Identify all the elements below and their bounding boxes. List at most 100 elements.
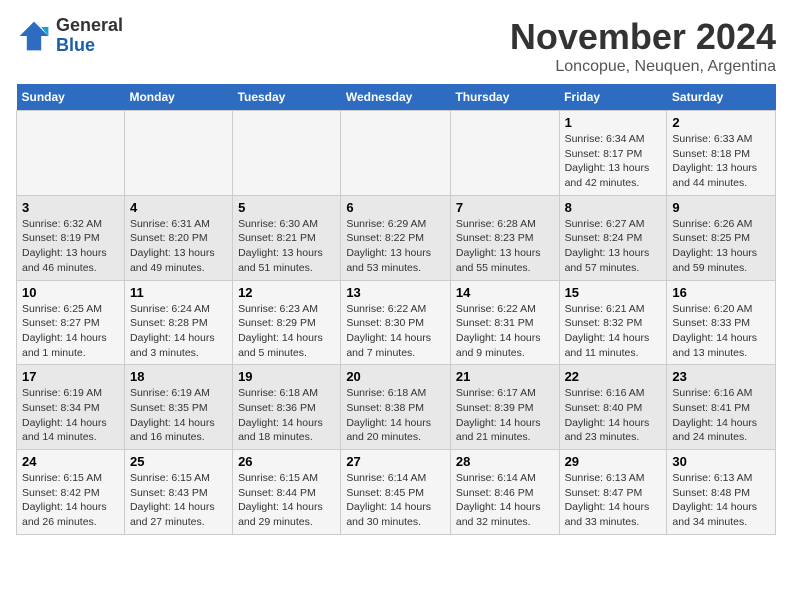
logo: General Blue xyxy=(16,16,123,56)
calendar-cell: 8 Sunrise: 6:27 AM Sunset: 8:24 PM Daylig… xyxy=(559,195,667,280)
day-detail: Sunrise: 6:15 AM Sunset: 8:44 PM Dayligh… xyxy=(238,472,323,528)
logo-icon xyxy=(16,18,52,54)
day-number: 29 xyxy=(565,454,662,469)
day-number: 25 xyxy=(130,454,227,469)
calendar-cell: 30Sunrise: 6:13 AM Sunset: 8:48 PM Dayli… xyxy=(667,450,776,535)
day-detail: Sunrise: 6:34 AM Sunset: 8:17 PM Dayligh… xyxy=(565,133,650,189)
day-number: 15 xyxy=(565,285,662,300)
weekday-header-wednesday: Wednesday xyxy=(341,84,451,111)
calendar-cell: 17 Sunrise: 6:19 AM Sunset: 8:34 PM Dayli… xyxy=(17,365,125,450)
calendar-week-5: 24Sunrise: 6:15 AM Sunset: 8:42 PM Dayli… xyxy=(17,450,776,535)
calendar-cell: 3 Sunrise: 6:32 AM Sunset: 8:19 PM Daylig… xyxy=(17,195,125,280)
day-detail: Sunrise: 6:28 AM Sunset: 8:23 PM Dayligh… xyxy=(456,218,541,274)
day-detail: Sunrise: 6:16 AM Sunset: 8:41 PM Dayligh… xyxy=(672,387,757,443)
day-number: 17 xyxy=(22,369,119,384)
calendar-cell: 27Sunrise: 6:14 AM Sunset: 8:45 PM Dayli… xyxy=(341,450,451,535)
calendar-cell: 20Sunrise: 6:18 AM Sunset: 8:38 PM Dayli… xyxy=(341,365,451,450)
day-number: 6 xyxy=(346,200,445,215)
day-detail: Sunrise: 6:24 AM Sunset: 8:28 PM Dayligh… xyxy=(130,303,215,359)
weekday-header-monday: Monday xyxy=(124,84,232,111)
calendar-cell: 12Sunrise: 6:23 AM Sunset: 8:29 PM Dayli… xyxy=(233,280,341,365)
weekday-header-sunday: Sunday xyxy=(17,84,125,111)
calendar-cell: 1 Sunrise: 6:34 AM Sunset: 8:17 PM Daylig… xyxy=(559,111,667,196)
day-detail: Sunrise: 6:26 AM Sunset: 8:25 PM Dayligh… xyxy=(672,218,757,274)
day-number: 19 xyxy=(238,369,335,384)
weekday-header-friday: Friday xyxy=(559,84,667,111)
calendar-cell: 6 Sunrise: 6:29 AM Sunset: 8:22 PM Daylig… xyxy=(341,195,451,280)
calendar-cell xyxy=(233,111,341,196)
calendar-cell: 16 Sunrise: 6:20 AM Sunset: 8:33 PM Dayli… xyxy=(667,280,776,365)
calendar-cell xyxy=(450,111,559,196)
calendar-cell: 26Sunrise: 6:15 AM Sunset: 8:44 PM Dayli… xyxy=(233,450,341,535)
day-number: 8 xyxy=(565,200,662,215)
day-detail: Sunrise: 6:22 AM Sunset: 8:31 PM Dayligh… xyxy=(456,303,541,359)
day-detail: Sunrise: 6:19 AM Sunset: 8:35 PM Dayligh… xyxy=(130,387,215,443)
day-number: 21 xyxy=(456,369,554,384)
weekday-header-row: SundayMondayTuesdayWednesdayThursdayFrid… xyxy=(17,84,776,111)
page-header: General Blue November 2024 Loncopue, Neu… xyxy=(16,16,776,76)
calendar-cell: 23 Sunrise: 6:16 AM Sunset: 8:41 PM Dayli… xyxy=(667,365,776,450)
day-number: 10 xyxy=(22,285,119,300)
logo-general-text: General xyxy=(56,15,123,35)
calendar-cell: 4Sunrise: 6:31 AM Sunset: 8:20 PM Daylig… xyxy=(124,195,232,280)
calendar-cell: 14 Sunrise: 6:22 AM Sunset: 8:31 PM Dayli… xyxy=(450,280,559,365)
calendar-cell xyxy=(341,111,451,196)
calendar-cell: 21Sunrise: 6:17 AM Sunset: 8:39 PM Dayli… xyxy=(450,365,559,450)
calendar-table: SundayMondayTuesdayWednesdayThursdayFrid… xyxy=(16,84,776,535)
calendar-subtitle: Loncopue, Neuquen, Argentina xyxy=(510,58,776,76)
title-block: November 2024 Loncopue, Neuquen, Argenti… xyxy=(510,16,776,76)
day-number: 22 xyxy=(565,369,662,384)
day-detail: Sunrise: 6:32 AM Sunset: 8:19 PM Dayligh… xyxy=(22,218,107,274)
calendar-cell: 19 Sunrise: 6:18 AM Sunset: 8:36 PM Dayli… xyxy=(233,365,341,450)
day-number: 7 xyxy=(456,200,554,215)
day-number: 23 xyxy=(672,369,770,384)
day-detail: Sunrise: 6:27 AM Sunset: 8:24 PM Dayligh… xyxy=(565,218,650,274)
calendar-cell: 10 Sunrise: 6:25 AM Sunset: 8:27 PM Dayli… xyxy=(17,280,125,365)
day-number: 14 xyxy=(456,285,554,300)
day-detail: Sunrise: 6:21 AM Sunset: 8:32 PM Dayligh… xyxy=(565,303,650,359)
day-detail: Sunrise: 6:18 AM Sunset: 8:36 PM Dayligh… xyxy=(238,387,323,443)
calendar-week-1: 1 Sunrise: 6:34 AM Sunset: 8:17 PM Daylig… xyxy=(17,111,776,196)
day-detail: Sunrise: 6:13 AM Sunset: 8:47 PM Dayligh… xyxy=(565,472,650,528)
day-number: 3 xyxy=(22,200,119,215)
calendar-title: November 2024 xyxy=(510,16,776,58)
day-detail: Sunrise: 6:14 AM Sunset: 8:46 PM Dayligh… xyxy=(456,472,541,528)
calendar-cell: 9 Sunrise: 6:26 AM Sunset: 8:25 PM Daylig… xyxy=(667,195,776,280)
weekday-header-tuesday: Tuesday xyxy=(233,84,341,111)
calendar-cell: 28 Sunrise: 6:14 AM Sunset: 8:46 PM Dayli… xyxy=(450,450,559,535)
logo-blue-text: Blue xyxy=(56,35,95,55)
weekday-header-saturday: Saturday xyxy=(667,84,776,111)
calendar-cell: 15 Sunrise: 6:21 AM Sunset: 8:32 PM Dayli… xyxy=(559,280,667,365)
calendar-body: 1 Sunrise: 6:34 AM Sunset: 8:17 PM Daylig… xyxy=(17,111,776,535)
day-detail: Sunrise: 6:25 AM Sunset: 8:27 PM Dayligh… xyxy=(22,303,107,359)
day-number: 16 xyxy=(672,285,770,300)
day-number: 13 xyxy=(346,285,445,300)
calendar-cell: 5 Sunrise: 6:30 AM Sunset: 8:21 PM Daylig… xyxy=(233,195,341,280)
day-number: 28 xyxy=(456,454,554,469)
day-detail: Sunrise: 6:20 AM Sunset: 8:33 PM Dayligh… xyxy=(672,303,757,359)
day-detail: Sunrise: 6:30 AM Sunset: 8:21 PM Dayligh… xyxy=(238,218,323,274)
day-detail: Sunrise: 6:29 AM Sunset: 8:22 PM Dayligh… xyxy=(346,218,431,274)
day-number: 5 xyxy=(238,200,335,215)
calendar-cell: 29 Sunrise: 6:13 AM Sunset: 8:47 PM Dayli… xyxy=(559,450,667,535)
calendar-cell: 2Sunrise: 6:33 AM Sunset: 8:18 PM Daylig… xyxy=(667,111,776,196)
day-detail: Sunrise: 6:19 AM Sunset: 8:34 PM Dayligh… xyxy=(22,387,107,443)
day-number: 12 xyxy=(238,285,335,300)
day-detail: Sunrise: 6:15 AM Sunset: 8:42 PM Dayligh… xyxy=(22,472,107,528)
weekday-header-thursday: Thursday xyxy=(450,84,559,111)
day-number: 30 xyxy=(672,454,770,469)
calendar-cell xyxy=(17,111,125,196)
day-number: 1 xyxy=(565,115,662,130)
day-detail: Sunrise: 6:14 AM Sunset: 8:45 PM Dayligh… xyxy=(346,472,431,528)
day-number: 18 xyxy=(130,369,227,384)
calendar-cell: 7 Sunrise: 6:28 AM Sunset: 8:23 PM Daylig… xyxy=(450,195,559,280)
day-detail: Sunrise: 6:31 AM Sunset: 8:20 PM Dayligh… xyxy=(130,218,215,274)
day-detail: Sunrise: 6:22 AM Sunset: 8:30 PM Dayligh… xyxy=(346,303,431,359)
day-number: 11 xyxy=(130,285,227,300)
day-detail: Sunrise: 6:16 AM Sunset: 8:40 PM Dayligh… xyxy=(565,387,650,443)
calendar-week-3: 10 Sunrise: 6:25 AM Sunset: 8:27 PM Dayli… xyxy=(17,280,776,365)
day-detail: Sunrise: 6:15 AM Sunset: 8:43 PM Dayligh… xyxy=(130,472,215,528)
calendar-week-2: 3 Sunrise: 6:32 AM Sunset: 8:19 PM Daylig… xyxy=(17,195,776,280)
calendar-cell xyxy=(124,111,232,196)
day-number: 9 xyxy=(672,200,770,215)
